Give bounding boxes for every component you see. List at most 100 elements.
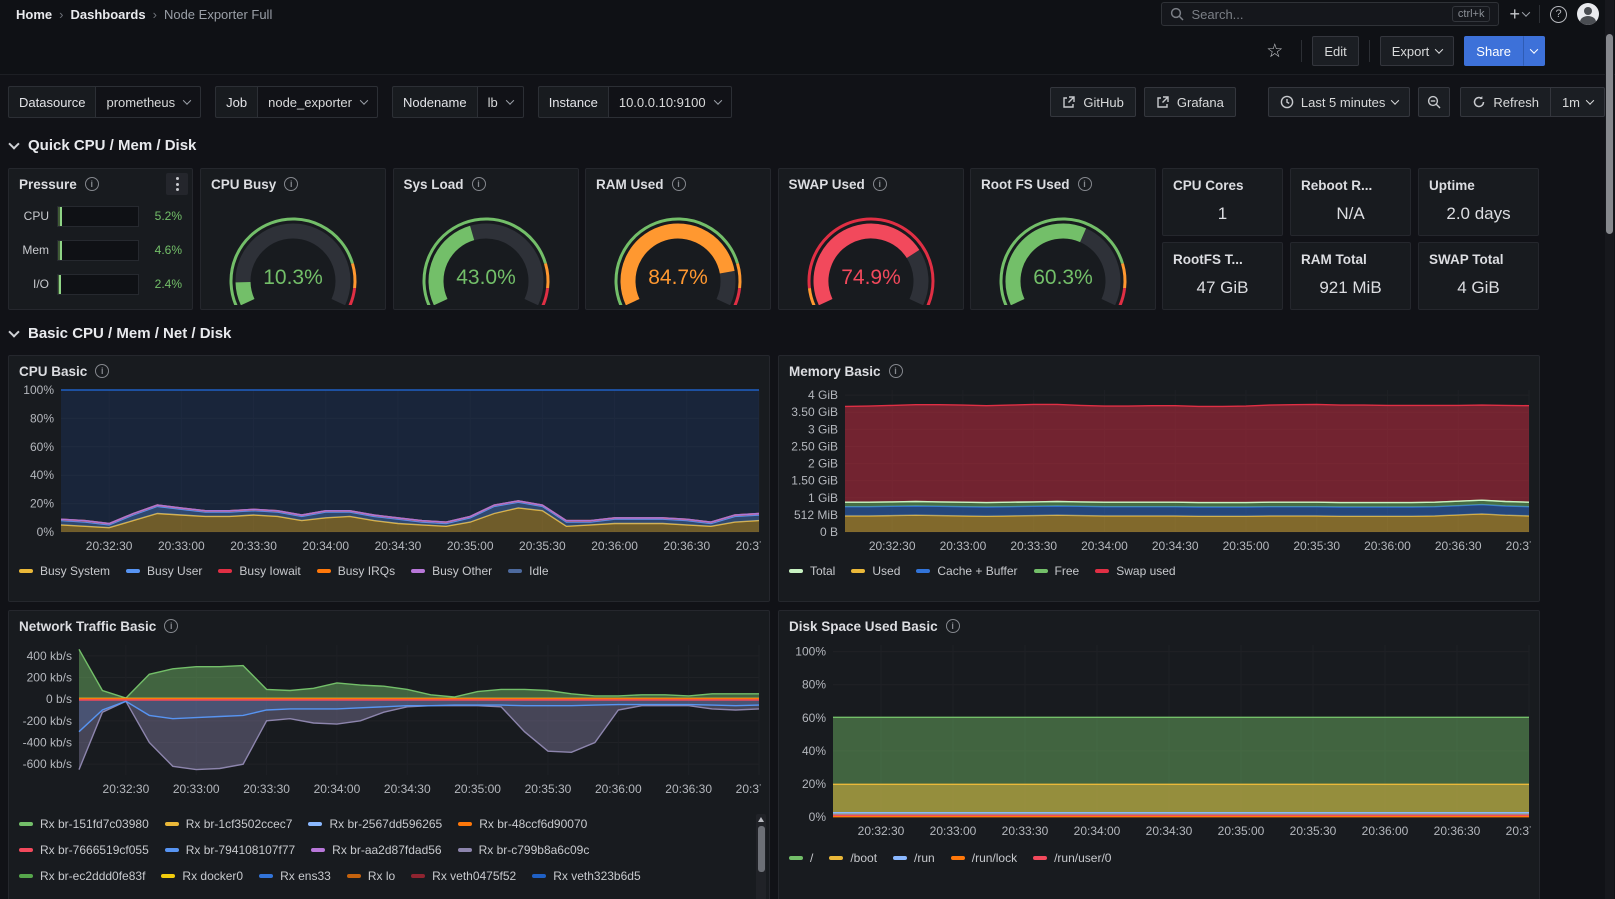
info-icon[interactable]: i [95, 364, 110, 378]
variable-value-dropdown[interactable]: prometheus [95, 86, 202, 118]
legend-item[interactable]: /run [893, 851, 935, 865]
panel-title[interactable]: RAM Used [596, 177, 664, 192]
panel-title[interactable]: SWAP Used [789, 177, 865, 192]
legend-item[interactable]: Busy User [126, 564, 202, 578]
share-button[interactable]: Share [1464, 36, 1523, 66]
help-icon[interactable]: ? [1550, 5, 1567, 23]
legend-item[interactable]: Busy Iowait [218, 564, 301, 578]
kebab-menu-icon[interactable] [166, 173, 188, 195]
legend-item[interactable]: /boot [829, 851, 877, 865]
legend-item[interactable]: Rx br-48ccf6d90070 [458, 817, 587, 831]
panel-title[interactable]: Uptime [1429, 178, 1475, 193]
info-icon[interactable]: i [945, 619, 960, 633]
panel-title[interactable]: Root FS Used [981, 177, 1070, 192]
info-icon[interactable]: i [872, 177, 887, 191]
breadcrumb-dashboards[interactable]: Dashboards [70, 7, 145, 22]
panel-title[interactable]: Pressure [19, 177, 77, 192]
legend-item[interactable]: Rx ens33 [259, 869, 331, 883]
breadcrumb-home[interactable]: Home [16, 7, 52, 22]
add-button[interactable]: + [1509, 4, 1531, 25]
gauge-value: 10.3% [263, 266, 323, 289]
svg-text:20:37:00: 20:37:00 [736, 782, 761, 796]
chart-canvas[interactable]: 4 GiB 3.50 GiB 3 GiB 2.50 GiB 2 GiB 1.50 GiB 1… [787, 384, 1531, 562]
legend-item[interactable]: Rx br-151fd7c03980 [19, 817, 149, 831]
quick-panels-row: Pressure i CPU 5.2% Mem 4.6% I/O 2.4% CPU Busy i 1… [8, 168, 1539, 310]
scrollbar-thumb[interactable] [757, 826, 765, 872]
panel-title[interactable]: Sys Load [404, 177, 464, 192]
legend-label: Rx docker0 [182, 869, 244, 883]
info-icon[interactable]: i [84, 177, 99, 191]
variable-value-dropdown[interactable]: 10.0.0.10:9100 [607, 86, 732, 118]
legend-label: /run/lock [971, 851, 1018, 865]
legend-item[interactable]: Rx br-7666519cf055 [19, 843, 149, 857]
refresh-interval-button[interactable]: 1m [1550, 87, 1605, 117]
star-icon[interactable]: ☆ [1266, 40, 1283, 63]
legend-item[interactable]: Rx br-1cf3502ccec7 [164, 817, 292, 831]
search-input[interactable]: Search... ctrl+k [1161, 2, 1500, 26]
legend-item[interactable]: Rx veth0475f52 [411, 869, 516, 883]
legend-item[interactable]: Rx veth323b6d5 [532, 869, 641, 883]
legend-item[interactable]: Rx br-aa2d87fdad56 [311, 843, 442, 857]
legend-scrollbar[interactable] [756, 814, 766, 899]
panel-title[interactable]: Disk Space Used Basic [789, 619, 938, 634]
legend-item[interactable]: Rx br-c799b8a6c09c [457, 843, 589, 857]
scrollbar-thumb[interactable] [1606, 34, 1613, 234]
legend-item[interactable]: Idle [508, 564, 549, 578]
legend-item[interactable]: Used [851, 564, 900, 578]
legend-item[interactable]: Cache + Buffer [916, 564, 1018, 578]
legend-item[interactable]: / [789, 851, 813, 865]
legend-item[interactable]: Total [789, 564, 835, 578]
section-quick-cpu-mem-disk[interactable]: Quick CPU / Mem / Disk [8, 137, 196, 154]
legend-item[interactable]: Rx docker0 [161, 869, 243, 883]
scroll-up-icon[interactable] [758, 817, 764, 822]
legend-item[interactable]: Rx br-2567dd596265 [308, 817, 442, 831]
zoom-out-button[interactable] [1418, 87, 1451, 117]
panel-header: Sys Load i [394, 169, 578, 195]
variable-value-dropdown[interactable]: lb [476, 86, 524, 118]
panel-memory-basic: Memory Basic i 4 GiB 3.50 GiB 3 GiB 2.50 GiB 2… [778, 355, 1540, 602]
refresh-button[interactable]: Refresh [1460, 87, 1551, 117]
panel-title[interactable]: Memory Basic [789, 364, 881, 379]
panel-title[interactable]: CPU Cores [1173, 178, 1244, 193]
info-icon[interactable]: i [671, 177, 686, 191]
edit-button[interactable]: Edit [1312, 36, 1359, 66]
legend-item[interactable]: Swap used [1095, 564, 1176, 578]
panel-title[interactable]: CPU Basic [19, 364, 87, 379]
export-button[interactable]: Export [1379, 36, 1455, 66]
info-icon[interactable]: i [1077, 177, 1092, 191]
chevron-down-icon [182, 96, 192, 105]
github-link-button[interactable]: GitHub [1050, 87, 1136, 117]
info-icon[interactable]: i [164, 619, 179, 633]
panel-title[interactable]: Network Traffic Basic [19, 619, 156, 634]
info-icon[interactable]: i [888, 364, 903, 378]
legend-item[interactable]: Rx br-794108107f77 [164, 843, 296, 857]
legend-label: Rx br-794108107f77 [185, 843, 296, 857]
chart-canvas[interactable]: 100% 80% 60% 40% 20% 0% 20:32:30 20:33:00 20:33:… [787, 639, 1531, 849]
legend-item[interactable]: Busy System [19, 564, 110, 578]
legend-row: Rx br-ec2ddd0fe83f Rx docker0 Rx ens33 Rx l… [9, 863, 753, 889]
legend-item[interactable]: /run/user/0 [1033, 851, 1111, 865]
variable-value-dropdown[interactable]: node_exporter [257, 86, 378, 118]
legend-item[interactable]: Busy IRQs [316, 564, 395, 578]
section-basic-cpu-mem-net-disk[interactable]: Basic CPU / Mem / Net / Disk [8, 325, 231, 342]
chart-canvas[interactable]: 400 kb/s 200 kb/s 0 b/s -200 kb/s -400 kb/s -… [17, 639, 761, 811]
avatar[interactable] [1577, 3, 1599, 25]
panel-title[interactable]: RootFS T... [1173, 252, 1243, 267]
panel-title[interactable]: SWAP Total [1429, 252, 1504, 267]
legend-item[interactable]: /run/lock [950, 851, 1018, 865]
info-icon[interactable]: i [471, 177, 486, 191]
legend-item[interactable]: Free [1033, 564, 1079, 578]
legend-item[interactable]: Rx br-ec2ddd0fe83f [19, 869, 145, 883]
chart-canvas[interactable]: 100% 80% 60% 40% 20% 0% 20:32:30 20:33:00 20:33:… [17, 384, 761, 562]
info-icon[interactable]: i [284, 177, 299, 191]
panel-title[interactable]: CPU Busy [211, 177, 276, 192]
grafana-link-button[interactable]: Grafana [1143, 87, 1236, 117]
time-range-picker[interactable]: Last 5 minutes [1267, 87, 1411, 117]
share-menu-button[interactable] [1523, 36, 1545, 66]
panel-title[interactable]: RAM Total [1301, 252, 1367, 267]
dashboard-toolbar: ☆ Edit Export Share [0, 28, 1615, 75]
panel-title[interactable]: Reboot R... [1301, 178, 1372, 193]
legend-item[interactable]: Busy Other [411, 564, 492, 578]
page-scrollbar[interactable] [1605, 0, 1614, 899]
legend-item[interactable]: Rx lo [346, 869, 395, 883]
